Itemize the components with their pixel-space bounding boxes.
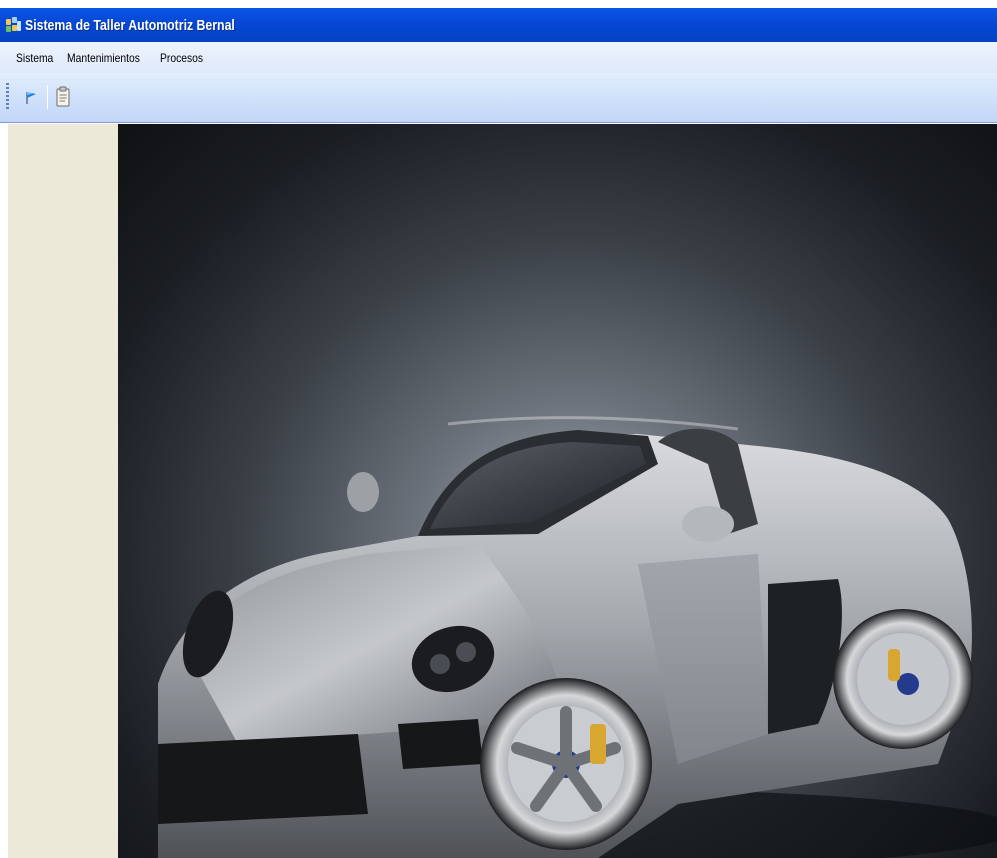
- clipboard-icon: [56, 86, 70, 107]
- menu-mantenimientos[interactable]: Mantenimientos: [61, 49, 146, 67]
- client-area: [0, 124, 997, 858]
- menu-procesos[interactable]: Procesos: [154, 49, 209, 67]
- clipboard-button[interactable]: [51, 85, 75, 109]
- background-car-image: [118, 124, 997, 858]
- flag-button[interactable]: [19, 85, 43, 109]
- title-bar[interactable]: Sistema de Taller Automotriz Bernal: [0, 8, 997, 42]
- toolbar: [0, 73, 997, 123]
- main-window: Sistema de Taller Automotriz Bernal Sist…: [0, 0, 997, 858]
- toolbar-grip[interactable]: [6, 83, 9, 111]
- window-title: Sistema de Taller Automotriz Bernal: [25, 16, 235, 34]
- left-panel: [8, 124, 118, 858]
- flag-icon: [26, 92, 36, 104]
- left-edge: [0, 124, 8, 858]
- app-icon: [6, 17, 22, 33]
- toolbar-separator: [47, 85, 48, 109]
- menu-bar: Sistema Mantenimientos Procesos: [0, 42, 997, 73]
- menu-sistema[interactable]: Sistema: [10, 49, 59, 67]
- sports-car-illustration: [158, 416, 997, 858]
